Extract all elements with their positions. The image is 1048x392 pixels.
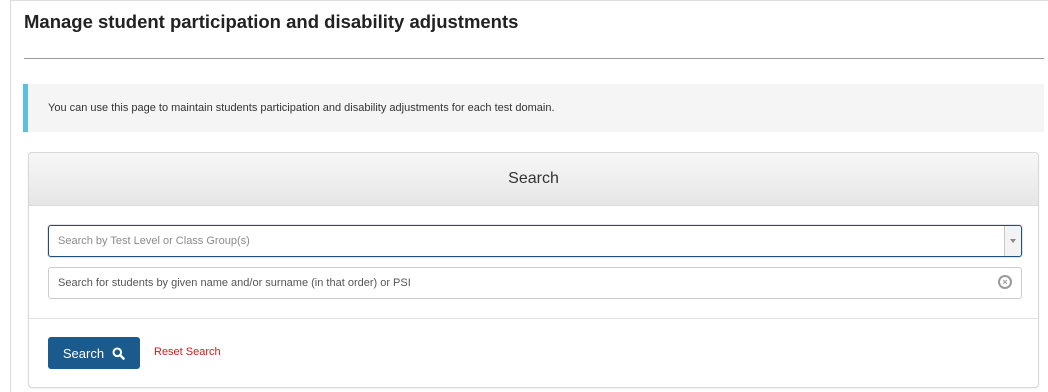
test-level-class-group-select[interactable]: Search by Test Level or Class Group(s) bbox=[48, 225, 1022, 257]
search-icon bbox=[112, 347, 125, 360]
student-search-field: × bbox=[48, 267, 1022, 299]
chevron-down-icon bbox=[1010, 239, 1016, 243]
panel-divider bbox=[29, 318, 1038, 319]
student-search-input[interactable] bbox=[49, 268, 989, 298]
search-button-label: Search bbox=[62, 345, 105, 361]
title-divider bbox=[24, 58, 1044, 59]
clear-icon[interactable]: × bbox=[998, 275, 1012, 289]
info-alert-text: You can use this page to maintain studen… bbox=[48, 102, 555, 114]
reset-search-link[interactable]: Reset Search bbox=[154, 346, 221, 358]
select-dropdown-toggle[interactable] bbox=[1004, 226, 1021, 256]
info-alert: You can use this page to maintain studen… bbox=[23, 84, 1044, 132]
test-level-select-placeholder: Search by Test Level or Class Group(s) bbox=[58, 235, 250, 247]
page-title: Manage student participation and disabil… bbox=[24, 11, 519, 32]
search-panel-heading: Search bbox=[29, 153, 1038, 206]
search-button[interactable]: Search bbox=[48, 337, 140, 369]
search-panel: Search Search by Test Level or Class Gro… bbox=[28, 152, 1039, 388]
